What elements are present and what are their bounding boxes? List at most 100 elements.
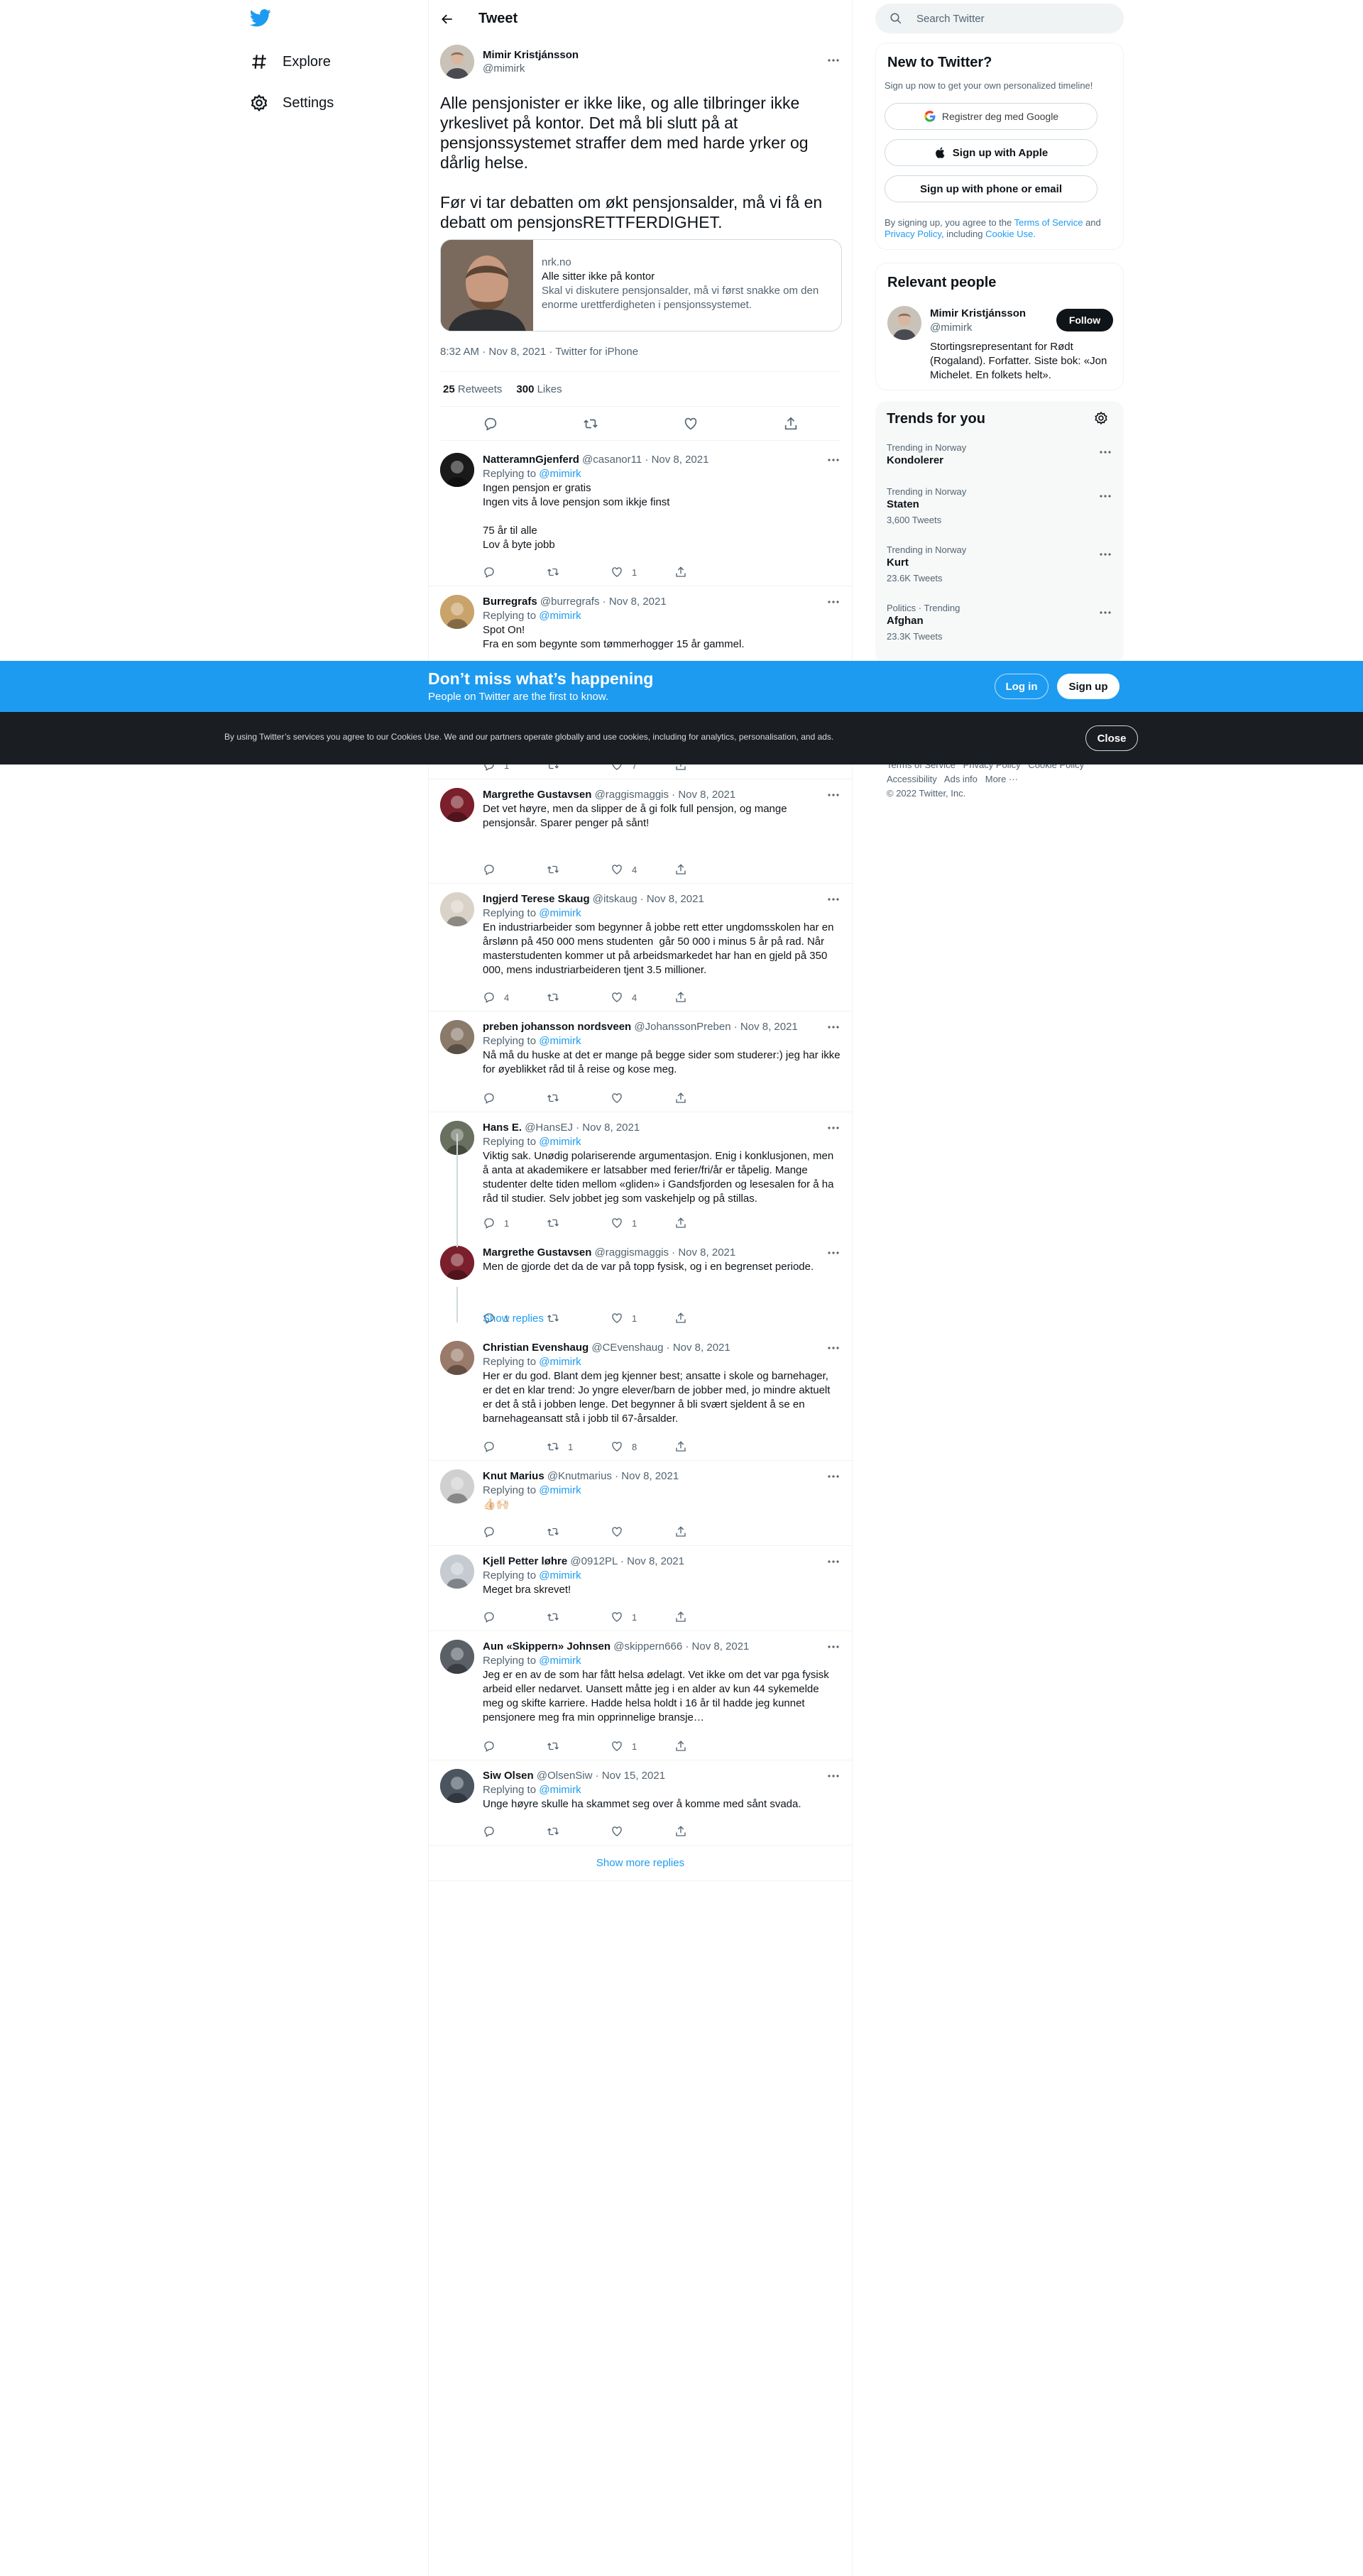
reply-date[interactable]: Nov 8, 2021 — [627, 1555, 684, 1567]
reply-author-name[interactable]: Margrethe Gustavsen — [483, 789, 591, 801]
reply-author-name[interactable]: Hans E. — [483, 1122, 522, 1134]
reply-tweet[interactable]: Ingjerd Terese Skaug @itskaug · Nov 8, 2… — [429, 884, 852, 1012]
reply-date[interactable]: Nov 8, 2021 — [673, 1342, 730, 1354]
reply-button[interactable] — [483, 1739, 547, 1753]
reply-date[interactable]: Nov 8, 2021 — [621, 1470, 679, 1482]
reply-button[interactable] — [483, 1440, 547, 1454]
main-tweet-author[interactable]: Mimir Kristjánsson @mimirk — [440, 45, 841, 79]
reply-date[interactable]: Nov 8, 2021 — [609, 596, 667, 608]
mention-link[interactable]: @mimirk — [539, 468, 581, 480]
avatar[interactable] — [887, 306, 921, 340]
signup-button[interactable]: Sign up — [1057, 674, 1120, 699]
phone-email-signup-button[interactable]: Sign up with phone or email — [885, 175, 1097, 202]
reply-tweet[interactable]: Aun «Skippern» Johnsen @skippern666 · No… — [429, 1631, 852, 1760]
share-button[interactable] — [674, 1091, 738, 1105]
nav-settings[interactable]: Settings — [250, 89, 334, 117]
reply-author-name[interactable]: Siw Olsen — [483, 1770, 534, 1782]
privacy-link[interactable]: Privacy Policy — [885, 229, 941, 239]
retweet-button[interactable] — [547, 862, 611, 877]
reply-author-name[interactable]: NatteramnGjenferd — [483, 454, 579, 466]
reply-tweet[interactable]: Knut Marius @Knutmarius · Nov 8, 2021 Re… — [429, 1461, 852, 1546]
like-button[interactable]: 4 — [611, 990, 674, 1004]
twitter-logo-icon[interactable] — [250, 7, 273, 30]
link-card[interactable]: nrk.no Alle sitter ikke på kontor Skal v… — [440, 239, 842, 331]
mention-link[interactable]: @mimirk — [539, 1136, 581, 1148]
share-icon[interactable] — [783, 416, 799, 432]
mention-link[interactable]: @mimirk — [539, 1655, 581, 1667]
cookie-close-button[interactable]: Close — [1085, 725, 1138, 751]
mention-link[interactable]: @mimirk — [539, 1784, 581, 1796]
share-button[interactable] — [674, 862, 738, 877]
reply-button[interactable] — [483, 862, 547, 877]
avatar[interactable] — [440, 595, 474, 629]
footer-ads-link[interactable]: Ads info — [944, 774, 978, 784]
reply-tweet[interactable]: Christian Evenshaug @CEvenshaug · Nov 8,… — [429, 1332, 852, 1461]
retweet-count[interactable]: 25 — [443, 383, 455, 395]
avatar[interactable] — [440, 1341, 474, 1375]
like-button[interactable]: 1 — [611, 1610, 674, 1624]
share-button[interactable] — [674, 1824, 738, 1838]
retweet-button[interactable] — [547, 1311, 611, 1325]
share-button[interactable] — [674, 1311, 738, 1325]
mention-link[interactable]: @mimirk — [539, 1035, 581, 1047]
reply-date[interactable]: Nov 8, 2021 — [652, 454, 709, 466]
mention-link[interactable]: @mimirk — [539, 907, 581, 919]
like-button[interactable] — [611, 1824, 674, 1838]
show-replies-link[interactable]: Show replies — [483, 1312, 544, 1325]
terms-link[interactable]: Terms of Service — [1014, 217, 1083, 228]
like-count[interactable]: 300 — [516, 383, 534, 395]
retweet-icon[interactable] — [583, 416, 598, 432]
share-button[interactable] — [674, 565, 738, 579]
reply-button[interactable] — [483, 1824, 547, 1838]
reply-button[interactable] — [483, 1091, 547, 1105]
avatar[interactable] — [440, 1246, 474, 1280]
nav-explore[interactable]: Explore — [250, 48, 331, 76]
retweet-button[interactable] — [547, 1824, 611, 1838]
more-options-icon[interactable] — [1098, 605, 1112, 620]
avatar[interactable] — [440, 1469, 474, 1503]
avatar[interactable] — [440, 453, 474, 487]
avatar[interactable] — [440, 1769, 474, 1803]
reply-button[interactable] — [483, 565, 547, 579]
retweet-button[interactable] — [547, 990, 611, 1004]
search-input[interactable]: Search Twitter — [916, 13, 985, 25]
reply-author-name[interactable]: Aun «Skippern» Johnsen — [483, 1640, 611, 1653]
login-button[interactable]: Log in — [995, 674, 1049, 699]
retweet-button[interactable] — [547, 565, 611, 579]
avatar[interactable] — [440, 1555, 474, 1589]
share-button[interactable] — [674, 1525, 738, 1539]
reply-date[interactable]: Nov 8, 2021 — [692, 1640, 750, 1653]
like-button[interactable]: 1 — [611, 565, 674, 579]
mention-link[interactable]: @mimirk — [539, 610, 581, 622]
back-arrow-icon[interactable] — [440, 12, 454, 26]
reply-author-name[interactable]: Knut Marius — [483, 1470, 544, 1482]
reply-button[interactable]: 4 — [483, 990, 547, 1004]
reply-date[interactable]: Nov 8, 2021 — [678, 1246, 735, 1259]
person-name[interactable]: Mimir Kristjánsson — [930, 307, 1026, 319]
more-options-icon[interactable] — [1098, 547, 1112, 561]
reply-button[interactable] — [483, 1610, 547, 1624]
like-button[interactable]: 4 — [611, 862, 674, 877]
follow-button[interactable]: Follow — [1056, 309, 1113, 331]
mention-link[interactable]: @mimirk — [539, 1569, 581, 1582]
tweet-timestamp[interactable]: 8:32 AM · Nov 8, 2021 · Twitter for iPho… — [440, 346, 841, 360]
avatar[interactable] — [440, 45, 474, 79]
reply-author-name[interactable]: Margrethe Gustavsen — [483, 1246, 591, 1259]
reply-date[interactable]: Nov 8, 2021 — [740, 1021, 798, 1033]
reply-tweet[interactable]: preben johansson nordsveen @JohanssonPre… — [429, 1012, 852, 1112]
reply-tweet[interactable]: Siw Olsen @OlsenSiw · Nov 15, 2021 Reply… — [429, 1760, 852, 1846]
trend-item[interactable]: Politics · Trending Afghan 23.3K Tweets — [887, 603, 1112, 642]
more-options-icon[interactable] — [826, 53, 841, 67]
retweet-button[interactable] — [547, 1739, 611, 1753]
avatar[interactable] — [440, 1020, 474, 1054]
search-box[interactable]: Search Twitter — [875, 4, 1124, 33]
apple-signup-button[interactable]: Sign up with Apple — [885, 139, 1097, 166]
footer-more-link[interactable]: More ··· — [985, 774, 1018, 784]
like-button[interactable]: 1 — [611, 1216, 674, 1230]
share-button[interactable] — [674, 1739, 738, 1753]
reply-tweet[interactable]: NatteramnGjenferd @casanor11 · Nov 8, 20… — [429, 444, 852, 586]
share-button[interactable] — [674, 1216, 738, 1230]
cookie-use-link[interactable]: Cookie Use. — [985, 229, 1036, 239]
reply-author-name[interactable]: Kjell Petter løhre — [483, 1555, 567, 1567]
reply-date[interactable]: Nov 8, 2021 — [678, 789, 735, 801]
